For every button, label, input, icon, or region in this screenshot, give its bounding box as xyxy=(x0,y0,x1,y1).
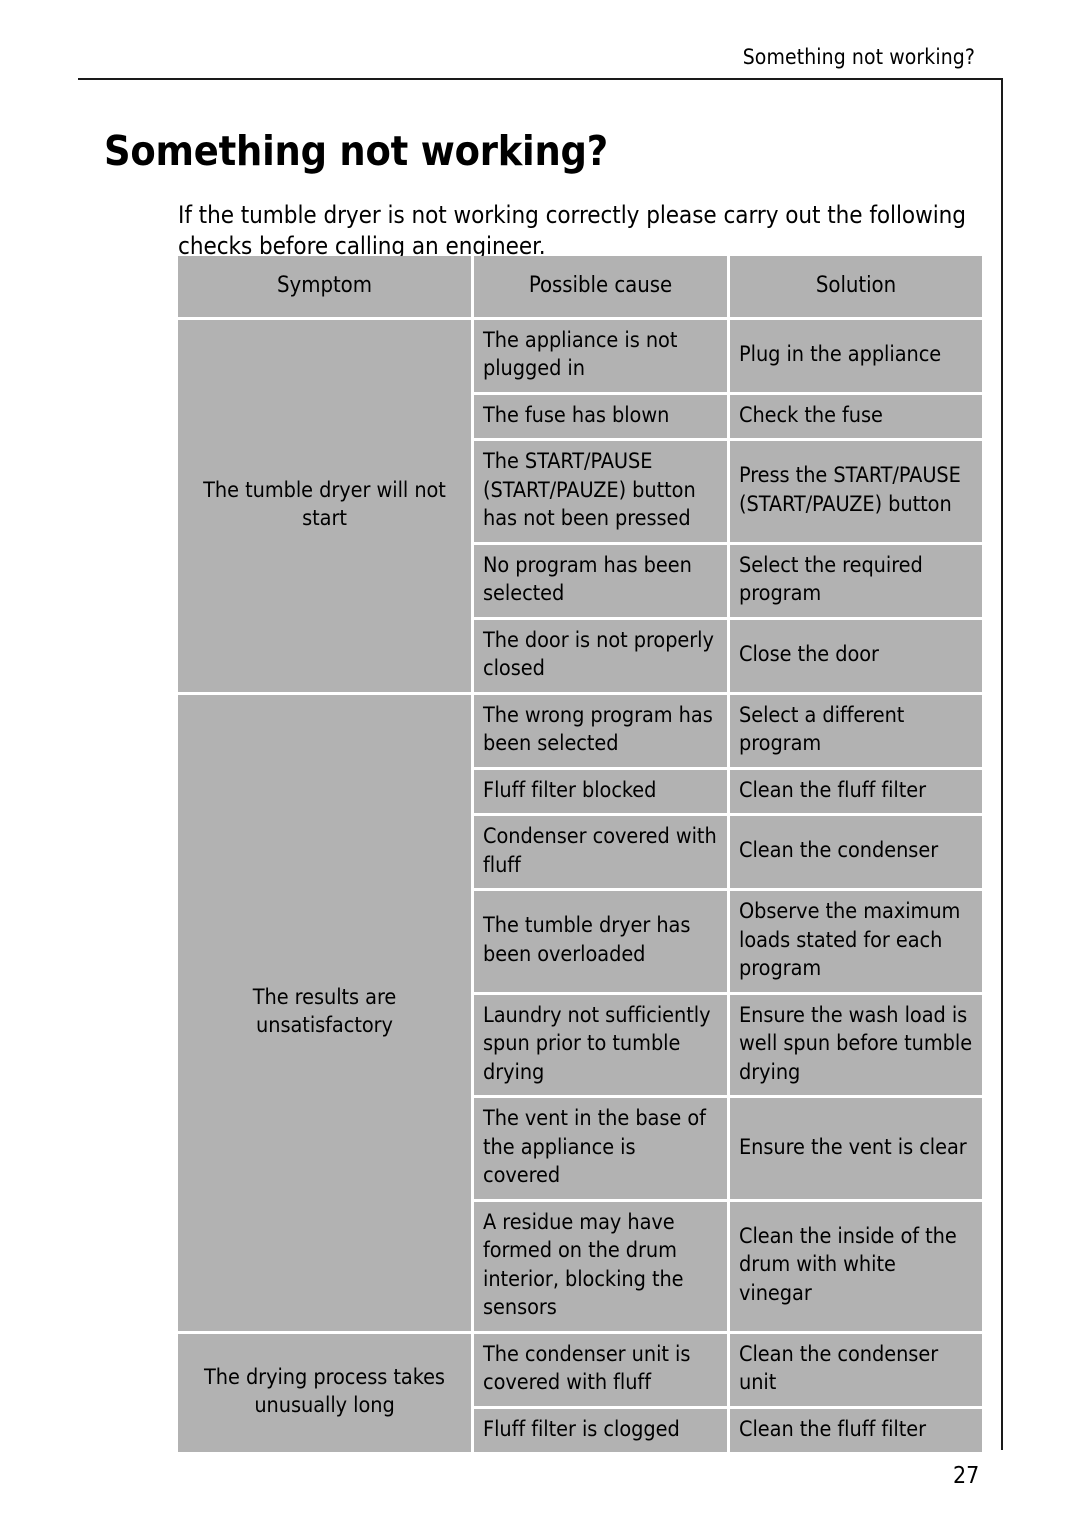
cause-cell: The appliance is not plugged in xyxy=(474,319,727,392)
cause-cell: The START/PAUSE (START/PAUZE) button has… xyxy=(474,441,727,542)
solution-cell: Ensure the vent is clear xyxy=(730,1098,982,1199)
cause-cell: The condenser unit is covered with fluff xyxy=(474,1333,727,1406)
solution-cell: Clean the condenser unit xyxy=(730,1333,982,1406)
cause-cell: The vent in the base of the appliance is… xyxy=(474,1098,727,1199)
solution-cell: Ensure the wash load is well spun before… xyxy=(730,994,982,1095)
table-row: The results are unsatisfactory The wrong… xyxy=(178,694,982,1331)
solution-cell: Clean the inside of the drum with white … xyxy=(730,1201,982,1331)
solution-cell: Select the required program xyxy=(730,544,982,617)
troubleshooting-table: Symptom Possible cause Solution The tumb… xyxy=(175,253,985,1455)
right-margin-rule xyxy=(1001,78,1003,1450)
table-body: The tumble dryer will not start The appl… xyxy=(178,319,982,1452)
cause-cell: Condenser covered with fluff xyxy=(474,816,727,888)
cause-cell: Fluff filter is clogged xyxy=(474,1408,727,1452)
solution-cell: Press the START/PAUSE (START/PAUZE) butt… xyxy=(730,441,982,542)
page-number: 27 xyxy=(953,1463,980,1489)
column-header-solution: Solution xyxy=(730,256,982,317)
cause-cell: Laundry not sufficiently spun prior to t… xyxy=(474,994,727,1095)
cause-cell: No program has been selected xyxy=(474,544,727,617)
page-title: Something not working? xyxy=(104,127,608,176)
cause-cell: The wrong program has been selected xyxy=(474,694,727,767)
solution-cell: Clean the fluff filter xyxy=(730,1408,982,1452)
solution-cell: Clean the condenser xyxy=(730,816,982,888)
column-header-symptom: Symptom xyxy=(178,256,471,317)
running-header: Something not working? xyxy=(742,45,975,69)
table-row: The drying process takes unusually long … xyxy=(178,1333,982,1452)
solution-cell: Plug in the appliance xyxy=(730,319,982,392)
table-header: Symptom Possible cause Solution xyxy=(178,256,982,317)
cause-cell: Fluff filter blocked xyxy=(474,769,727,813)
cause-cell: A residue may have formed on the drum in… xyxy=(474,1201,727,1331)
symptom-cell: The tumble dryer will not start xyxy=(178,319,471,692)
document-page: Something not working? Something not wor… xyxy=(0,0,1080,1529)
cause-cell: The fuse has blown xyxy=(474,394,727,438)
symptom-cell: The drying process takes unusually long xyxy=(178,1333,471,1452)
symptom-cell: The results are unsatisfactory xyxy=(178,694,471,1331)
table-header-row: Symptom Possible cause Solution xyxy=(178,256,982,317)
solution-cell: Clean the fluff filter xyxy=(730,769,982,813)
solution-cell: Check the fuse xyxy=(730,394,982,438)
solution-cell: Select a different program xyxy=(730,694,982,767)
solution-cell: Close the door xyxy=(730,619,982,692)
solution-cell: Observe the maximum loads stated for eac… xyxy=(730,891,982,992)
table-row: The tumble dryer will not start The appl… xyxy=(178,319,982,692)
cause-cell: The door is not properly closed xyxy=(474,619,727,692)
troubleshooting-table-wrapper: Symptom Possible cause Solution The tumb… xyxy=(178,256,982,1452)
cause-cell: The tumble dryer has been overloaded xyxy=(474,891,727,992)
header-divider-rule xyxy=(78,78,1003,80)
column-header-possible-cause: Possible cause xyxy=(474,256,727,317)
